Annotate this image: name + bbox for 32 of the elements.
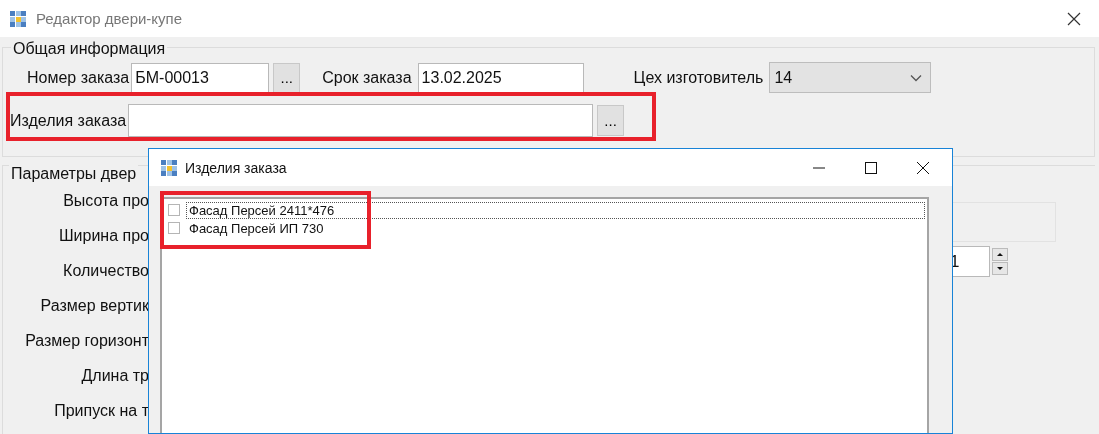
browse-button[interactable]: ... <box>597 105 625 136</box>
dialog-title: Изделия заказа <box>185 159 288 176</box>
spin-down-button[interactable] <box>992 262 1008 275</box>
browse-button[interactable]: ... <box>273 62 301 93</box>
chevron-down-icon <box>910 73 923 82</box>
order-items-field[interactable] <box>128 104 594 137</box>
checkbox[interactable] <box>168 222 180 234</box>
spin-up-button[interactable] <box>992 248 1008 261</box>
field-label: Размер вертик <box>40 296 149 316</box>
field-label: Цех изготовитель <box>633 68 764 87</box>
list-item[interactable]: Фасад Персей ИП 730 <box>186 219 327 237</box>
field-label: Ширина про <box>58 226 149 246</box>
field-label: Длина тр <box>81 366 149 386</box>
close-icon[interactable] <box>916 160 930 175</box>
app-icon <box>10 10 26 27</box>
window-title: Редактор двери-купе <box>36 10 184 27</box>
field-label: Срок заказа <box>322 68 412 87</box>
close-icon[interactable] <box>1067 11 1081 26</box>
maximize-icon[interactable] <box>864 160 878 175</box>
order-number-field[interactable]: БМ-00013 <box>131 62 270 93</box>
field-label: Номер заказа <box>27 68 130 87</box>
app-icon <box>161 159 177 176</box>
group-caption: Общая информация <box>11 40 168 58</box>
field-label: Изделия заказа <box>10 111 127 130</box>
field-label: Количество <box>63 261 149 281</box>
workshop-dropdown[interactable]: 14 <box>769 62 932 93</box>
checkbox[interactable] <box>168 204 180 216</box>
field-label: Размер горизонт <box>25 331 149 351</box>
group-caption: Параметры двер <box>9 165 139 183</box>
list-item[interactable]: Фасад Персей 2411*476 <box>186 201 925 219</box>
field-label: Высота про <box>63 191 149 211</box>
date-field[interactable]: 13.02.2025 <box>417 62 584 93</box>
